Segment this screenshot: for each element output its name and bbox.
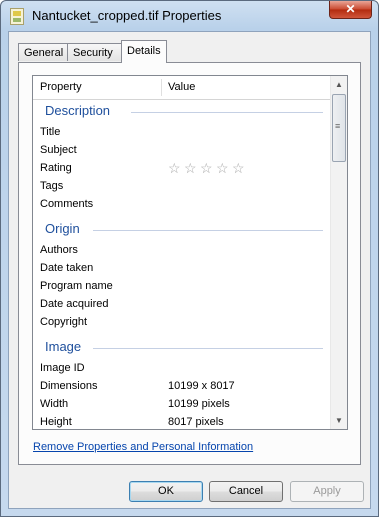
scroll-thumb[interactable]: ≡: [332, 94, 346, 162]
tab-details[interactable]: Details: [121, 40, 167, 63]
remove-properties-link[interactable]: Remove Properties and Personal Informati…: [33, 441, 253, 453]
scroll-up-arrow-icon[interactable]: ▲: [331, 76, 347, 93]
star-icon[interactable]: ☆: [168, 159, 184, 177]
scroll-down-arrow-icon[interactable]: ▼: [331, 412, 347, 429]
group-divider: [93, 230, 323, 231]
property-title[interactable]: Title: [40, 123, 60, 141]
value-height[interactable]: 8017 pixels: [168, 413, 224, 429]
group-label: Image: [45, 339, 82, 354]
property-height[interactable]: Height: [40, 413, 72, 429]
group-divider: [93, 348, 323, 349]
list-header: Property Value: [33, 76, 330, 100]
details-panel: Property Value Description Title Subject…: [18, 62, 361, 465]
tab-security[interactable]: Security: [67, 43, 122, 61]
group-label: Origin: [45, 221, 80, 236]
column-divider[interactable]: [161, 79, 162, 96]
vertical-scrollbar[interactable]: ▲ ≡ ▼: [330, 76, 347, 429]
star-icon[interactable]: ☆: [232, 159, 248, 177]
property-subject[interactable]: Subject: [40, 141, 77, 159]
close-button[interactable]: ✕: [329, 1, 372, 19]
value-dimensions[interactable]: 10199 x 8017: [168, 377, 235, 395]
properties-dialog: Nantucket_cropped.tif Properties ✕ Gener…: [0, 0, 379, 517]
star-icon[interactable]: ☆: [184, 159, 200, 177]
property-copyright[interactable]: Copyright: [40, 313, 87, 331]
property-comments[interactable]: Comments: [40, 195, 93, 213]
ok-button[interactable]: OK: [129, 481, 203, 502]
dialog-client-area: General Security Details Property Value …: [8, 31, 371, 509]
property-image-id[interactable]: Image ID: [40, 359, 85, 377]
property-rating[interactable]: Rating: [40, 159, 72, 177]
property-date-taken[interactable]: Date taken: [40, 259, 93, 277]
tif-file-icon: [10, 8, 24, 25]
details-list[interactable]: Property Value Description Title Subject…: [32, 75, 348, 430]
group-divider: [131, 112, 323, 113]
property-program-name[interactable]: Program name: [40, 277, 113, 295]
property-dimensions[interactable]: Dimensions: [40, 377, 97, 395]
star-icon[interactable]: ☆: [216, 159, 232, 177]
grip-icon: ≡: [335, 121, 341, 131]
column-header-value[interactable]: Value: [168, 81, 195, 93]
window-title: Nantucket_cropped.tif Properties: [32, 8, 222, 23]
property-authors[interactable]: Authors: [40, 241, 78, 259]
rating-stars[interactable]: ☆ ☆ ☆ ☆ ☆: [168, 159, 248, 177]
title-bar[interactable]: Nantucket_cropped.tif Properties ✕: [1, 1, 378, 31]
apply-button[interactable]: Apply: [290, 481, 364, 502]
property-width[interactable]: Width: [40, 395, 68, 413]
tab-general[interactable]: General: [18, 43, 68, 61]
star-icon[interactable]: ☆: [200, 159, 216, 177]
property-tags[interactable]: Tags: [40, 177, 63, 195]
value-width[interactable]: 10199 pixels: [168, 395, 230, 413]
close-icon: ✕: [345, 2, 356, 16]
property-date-acquired[interactable]: Date acquired: [40, 295, 109, 313]
group-label: Description: [45, 103, 111, 118]
column-header-property[interactable]: Property: [40, 81, 82, 93]
cancel-button[interactable]: Cancel: [209, 481, 283, 502]
